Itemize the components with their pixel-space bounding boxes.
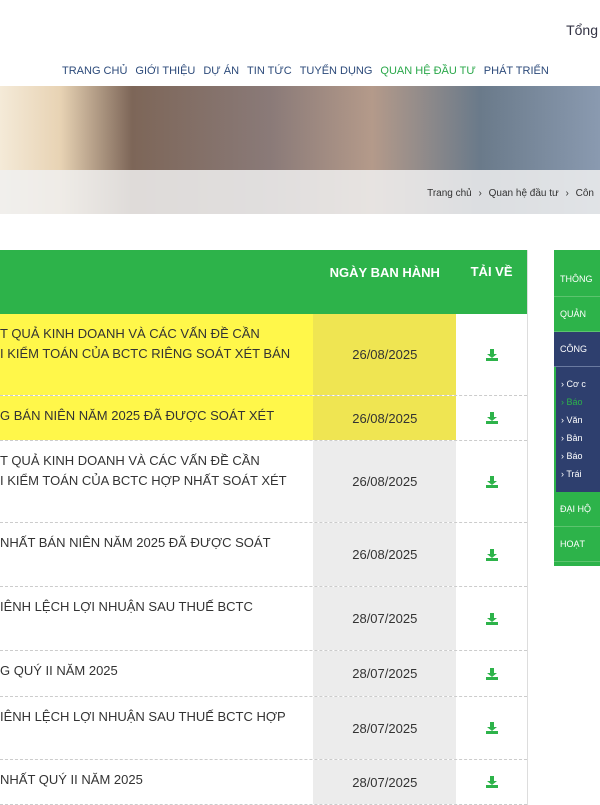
table-row: IÊNH LỆCH LỢI NHUẬN SAU THUẾ BCTC HỢP 28… bbox=[0, 697, 527, 760]
download-button[interactable] bbox=[456, 523, 527, 586]
submenu-item[interactable]: › Báo bbox=[561, 447, 600, 465]
table-row: T QUẢ KINH DOANH VÀ CÁC VẤN ĐỀ CẦN I KIỂM… bbox=[0, 441, 527, 523]
issue-date: 26/08/2025 bbox=[313, 396, 457, 440]
document-title[interactable]: T QUẢ KINH DOANH VÀ CÁC VẤN ĐỀ CẦN I KIỂM… bbox=[0, 314, 314, 395]
document-title[interactable]: IÊNH LỆCH LỢI NHUẬN SAU THUẾ BCTC bbox=[0, 587, 313, 650]
document-title-line[interactable]: NHẤT QUÝ II NĂM 2025 bbox=[0, 770, 313, 790]
nav-about[interactable]: GIỚI THIỆU bbox=[135, 65, 195, 77]
download-button[interactable] bbox=[456, 760, 527, 804]
table-row: NHẤT QUÝ II NĂM 2025 28/07/2025 bbox=[0, 760, 527, 805]
document-title[interactable]: NHẤT BÁN NIÊN NĂM 2025 ĐÃ ĐƯỢC SOÁT bbox=[0, 523, 313, 586]
header-download: TẢI VỀ bbox=[470, 264, 513, 279]
issue-date: 28/07/2025 bbox=[313, 760, 457, 804]
table-row: G BÁN NIÊN NĂM 2025 ĐÃ ĐƯỢC SOÁT XÉT 26/… bbox=[0, 396, 527, 441]
document-title-line[interactable]: T QUẢ KINH DOANH VÀ CÁC VẤN ĐỀ CẦN bbox=[0, 451, 313, 471]
nav-home[interactable]: TRANG CHỦ bbox=[62, 65, 127, 77]
document-title[interactable]: G BÁN NIÊN NĂM 2025 ĐÃ ĐƯỢC SOÁT XÉT bbox=[0, 396, 314, 440]
breadcrumb-home[interactable]: Trang chủ bbox=[427, 188, 472, 199]
document-title-line[interactable]: IÊNH LỆCH LỢI NHUẬN SAU THUẾ BCTC HỢP bbox=[0, 707, 313, 727]
breadcrumb: Trang chủ › Quan hệ đầu tư › Côn bbox=[427, 188, 598, 199]
submenu-item[interactable]: › Trái bbox=[561, 465, 600, 483]
document-title-line[interactable]: G QUÝ II NĂM 2025 bbox=[0, 661, 313, 681]
header-date: NGÀY BAN HÀNH bbox=[329, 265, 440, 280]
nav-development[interactable]: PHÁT TRIỂN bbox=[484, 65, 549, 77]
submenu-item[interactable]: › Cơ c bbox=[561, 375, 600, 393]
document-title-line[interactable]: NHẤT BÁN NIÊN NĂM 2025 ĐÃ ĐƯỢC SOÁT bbox=[0, 533, 313, 553]
download-icon bbox=[485, 776, 498, 788]
document-title-line[interactable]: G BÁN NIÊN NĂM 2025 ĐÃ ĐƯỢC SOÁT XÉT bbox=[0, 406, 313, 426]
download-button[interactable] bbox=[456, 587, 527, 650]
sidebar-item-disclosure[interactable]: CÔNG bbox=[554, 332, 600, 367]
nav-projects[interactable]: DỰ ÁN bbox=[203, 65, 239, 77]
document-title[interactable]: IÊNH LỆCH LỢI NHUẬN SAU THUẾ BCTC HỢP bbox=[0, 697, 313, 759]
document-title-line[interactable]: I KIỂM TOÁN CỦA BCTC HỢP NHẤT SOÁT XÉT bbox=[0, 471, 313, 491]
chevron-right-icon: › bbox=[565, 188, 569, 199]
submenu-item[interactable]: › Văn bbox=[561, 411, 600, 429]
download-button[interactable] bbox=[456, 441, 527, 522]
sidebar-item-info[interactable]: THÔNG bbox=[554, 262, 600, 297]
nav-news[interactable]: TIN TỨC bbox=[247, 65, 292, 77]
breadcrumb-current: Côn bbox=[575, 188, 594, 199]
sidebar-menu: THÔNG QUẢN CÔNG › Cơ c › Báo › Văn › Bản… bbox=[554, 250, 600, 566]
download-icon bbox=[485, 548, 498, 561]
table-row: NHẤT BÁN NIÊN NĂM 2025 ĐÃ ĐƯỢC SOÁT 26/0… bbox=[0, 523, 527, 587]
table-header: NGÀY BAN HÀNH TẢI VỀ bbox=[0, 250, 527, 314]
table-row: G QUÝ II NĂM 2025 28/07/2025 bbox=[0, 651, 527, 697]
table-row: IÊNH LỆCH LỢI NHUẬN SAU THUẾ BCTC 28/07/… bbox=[0, 587, 527, 651]
top-link[interactable]: Tổng bbox=[566, 22, 598, 38]
document-title[interactable]: NHẤT QUÝ II NĂM 2025 bbox=[0, 760, 313, 804]
download-button[interactable] bbox=[456, 697, 527, 759]
nav-careers[interactable]: TUYỂN DỤNG bbox=[300, 65, 373, 77]
nav-investor-relations[interactable]: QUAN HỆ ĐẦU TƯ bbox=[380, 65, 475, 77]
document-title[interactable]: T QUẢ KINH DOANH VÀ CÁC VẤN ĐỀ CẦN I KIỂM… bbox=[0, 441, 313, 522]
sidebar-item-agm[interactable]: ĐẠI HỘ bbox=[554, 492, 600, 527]
download-icon bbox=[485, 667, 498, 680]
documents-table: NGÀY BAN HÀNH TẢI VỀ T QUẢ KINH DOANH VÀ… bbox=[0, 250, 528, 805]
chevron-right-icon: › bbox=[478, 188, 482, 199]
download-icon bbox=[485, 722, 498, 734]
table-row: T QUẢ KINH DOANH VÀ CÁC VẤN ĐỀ CẦN I KIỂM… bbox=[0, 314, 527, 396]
document-title[interactable]: G QUÝ II NĂM 2025 bbox=[0, 651, 313, 696]
issue-date: 26/08/2025 bbox=[313, 523, 457, 586]
issue-date: 28/07/2025 bbox=[313, 697, 457, 759]
submenu-item-active[interactable]: › Báo bbox=[561, 393, 600, 411]
issue-date: 28/07/2025 bbox=[313, 587, 457, 650]
download-button[interactable] bbox=[456, 396, 527, 440]
download-icon bbox=[485, 348, 498, 361]
download-icon bbox=[485, 475, 498, 488]
breadcrumb-investor[interactable]: Quan hệ đầu tư bbox=[489, 188, 559, 199]
document-title-line[interactable]: I KIỂM TOÁN CỦA BCTC RIÊNG SOÁT XÉT BÁN bbox=[0, 344, 313, 364]
issue-date: 26/08/2025 bbox=[313, 441, 457, 522]
download-icon bbox=[485, 612, 498, 625]
document-title-line[interactable]: IÊNH LỆCH LỢI NHUẬN SAU THUẾ BCTC bbox=[0, 597, 313, 617]
issue-date: 26/08/2025 bbox=[313, 314, 457, 395]
submenu-item[interactable]: › Bản bbox=[561, 429, 600, 447]
download-button[interactable] bbox=[456, 651, 527, 696]
sidebar-submenu: › Cơ c › Báo › Văn › Bản › Báo › Trái bbox=[554, 367, 600, 492]
download-button[interactable] bbox=[456, 314, 527, 395]
sidebar-item-activities[interactable]: HOẠT bbox=[554, 527, 600, 562]
download-icon bbox=[485, 412, 498, 424]
document-title-line[interactable]: T QUẢ KINH DOANH VÀ CÁC VẤN ĐỀ CẦN bbox=[0, 324, 313, 344]
sidebar-item-governance[interactable]: QUẢN bbox=[554, 297, 600, 332]
main-nav: TRANG CHỦ GIỚI THIỆU DỰ ÁN TIN TỨC TUYỂN… bbox=[62, 65, 549, 77]
issue-date: 28/07/2025 bbox=[313, 651, 457, 696]
